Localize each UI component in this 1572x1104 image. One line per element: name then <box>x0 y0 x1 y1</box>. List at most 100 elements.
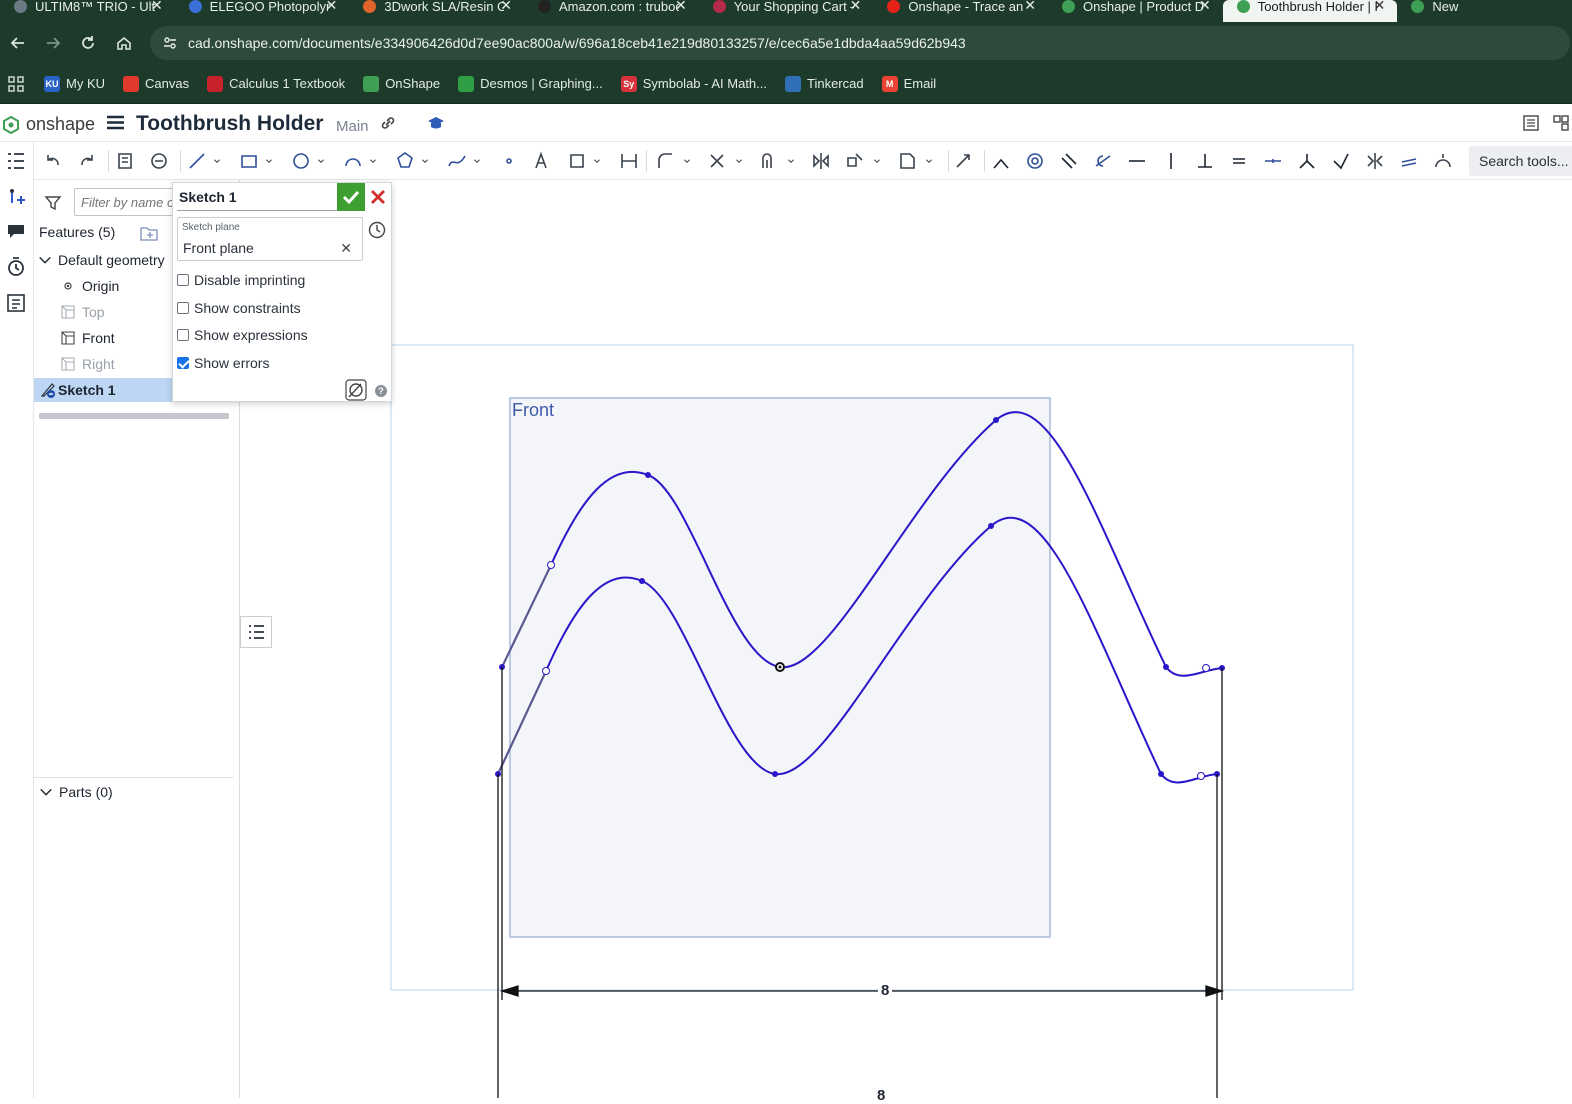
sketch-point[interactable] <box>1197 772 1205 780</box>
mirror-tool-button[interactable] <box>810 150 832 172</box>
sketch-point[interactable] <box>542 667 550 675</box>
graphics-canvas[interactable]: Front 8 8 <box>240 180 1572 1104</box>
checkbox[interactable] <box>177 301 189 314</box>
fillet-tool-button[interactable] <box>654 150 676 172</box>
chevron-down-tool-button[interactable] <box>314 150 336 172</box>
properties-icon[interactable] <box>5 292 27 314</box>
horizontal-tool-button[interactable] <box>1126 150 1148 172</box>
browser-tab[interactable]: ULTIM8™ TRIO - Ultim✕ <box>0 0 175 22</box>
dxf-tool-button[interactable] <box>896 150 918 172</box>
back-button[interactable] <box>0 25 36 61</box>
parallel-tool-button[interactable] <box>1058 150 1080 172</box>
bookmark-gmail[interactable]: M Email <box>881 75 936 92</box>
chevron-down-tool-button[interactable] <box>590 150 612 172</box>
sketch-point[interactable] <box>993 417 999 423</box>
option-show-expressions[interactable]: Show expressions <box>177 326 308 344</box>
clear-plane-icon[interactable]: ✕ <box>340 240 352 257</box>
onshape-logo[interactable]: onshape <box>2 114 95 135</box>
chevron-down-tool-button[interactable] <box>784 150 806 172</box>
dimension-top-value[interactable]: 8 <box>878 982 893 999</box>
tab-close-icon[interactable]: ✕ <box>850 0 862 14</box>
tab-close-icon[interactable]: ✕ <box>675 0 687 14</box>
sketch-point[interactable] <box>1158 771 1164 777</box>
point-tool-button[interactable] <box>498 150 520 172</box>
document-branch[interactable]: Main <box>336 118 369 135</box>
chevron-down-tool-button[interactable] <box>680 150 702 172</box>
undo-tool-button[interactable] <box>42 150 64 172</box>
symmetric-tool-button[interactable] <box>1364 150 1386 172</box>
bookmark-symbolab[interactable]: Sy Symbolab - AI Math... <box>620 75 767 92</box>
parts-group[interactable]: Parts (0) <box>39 784 113 800</box>
normal-tool-button[interactable] <box>1296 150 1318 172</box>
tab-close-icon[interactable]: ✕ <box>151 0 163 14</box>
sketch-plane-field[interactable]: Sketch plane Front plane ✕ <box>177 217 363 261</box>
line-tool-button[interactable] <box>186 150 208 172</box>
browser-tab[interactable]: Toothbrush Holder | P ✕ <box>1222 0 1398 22</box>
comments-icon[interactable] <box>5 220 27 242</box>
chevron-down-tool-button[interactable] <box>262 150 284 172</box>
apps-grid-icon[interactable] <box>8 75 24 92</box>
forward-button[interactable] <box>35 25 71 61</box>
checkbox[interactable] <box>177 274 189 286</box>
sketch-point[interactable] <box>1163 664 1169 670</box>
accept-button[interactable] <box>337 183 365 211</box>
transform-tool-button[interactable] <box>844 150 866 172</box>
sketch-point[interactable] <box>988 523 994 529</box>
chevron-down-tool-button[interactable] <box>470 150 492 172</box>
text-tool-button[interactable] <box>530 150 552 172</box>
add-feature-icon[interactable] <box>5 186 27 208</box>
midpoint-tool-button[interactable] <box>1262 150 1284 172</box>
history-icon[interactable] <box>5 256 27 278</box>
curvature-tool-button[interactable] <box>1432 150 1454 172</box>
option-show-constraints[interactable]: Show constraints <box>177 299 301 317</box>
chevron-down-icon[interactable] <box>39 785 53 799</box>
layout-icon[interactable] <box>1552 114 1570 132</box>
tab-close-icon[interactable]: ✕ <box>500 0 512 14</box>
vertical-tool-button[interactable] <box>1160 150 1182 172</box>
concentric-tool-button[interactable] <box>1024 150 1046 172</box>
filter-icon[interactable] <box>44 194 62 212</box>
chevron-down-tool-button[interactable] <box>922 150 944 172</box>
browser-tab[interactable]: Onshape | Product De ✕ <box>1048 0 1223 22</box>
tab-close-icon[interactable]: ✕ <box>1374 0 1386 14</box>
arc-tool-button[interactable] <box>342 150 364 172</box>
home-button[interactable] <box>106 25 142 61</box>
document-list-icon[interactable] <box>1522 114 1540 132</box>
chevron-down-tool-button[interactable] <box>418 150 440 172</box>
dimension-tool-button[interactable] <box>618 150 640 172</box>
add-folder-icon[interactable] <box>139 224 159 242</box>
help-icon[interactable]: ? <box>375 385 387 397</box>
bookmark-tinkercad[interactable]: Tinkercad <box>785 75 864 92</box>
bookmark-ku[interactable]: KU My KU <box>44 75 105 92</box>
browser-tab[interactable]: New <box>1397 0 1572 22</box>
feature-sketch-1[interactable]: Sketch 1 <box>34 378 174 402</box>
project-tool-button[interactable] <box>952 150 974 172</box>
url-field[interactable]: cad.onshape.com/documents/e334906426d0d7… <box>150 26 1570 60</box>
circle-tool-button[interactable] <box>290 150 312 172</box>
fix-tool-button[interactable] <box>1398 150 1420 172</box>
construction-tool-button[interactable] <box>566 150 588 172</box>
chevron-down-tool-button[interactable] <box>732 150 754 172</box>
document-title[interactable]: Toothbrush Holder <box>136 112 323 136</box>
tangent-tool-button[interactable] <box>1092 150 1114 172</box>
tab-close-icon[interactable]: ✕ <box>326 0 338 14</box>
sketch-point[interactable] <box>639 578 645 584</box>
browser-tab[interactable]: Onshape - Trace an Im ✕ <box>873 0 1048 22</box>
bookmark-textbook[interactable]: Calculus 1 Textbook <box>207 75 345 92</box>
pierce-tool-button[interactable] <box>1330 150 1352 172</box>
learning-center-icon[interactable] <box>427 114 445 132</box>
feature-scrollbar[interactable] <box>39 413 229 419</box>
coincident-tool-button[interactable] <box>990 150 1012 172</box>
tab-close-icon[interactable]: ✕ <box>1199 0 1211 14</box>
cancel-button[interactable] <box>369 187 387 207</box>
redo-tool-button[interactable] <box>76 150 98 172</box>
sketch-mode-icon[interactable] <box>345 379 367 401</box>
dimension-bottom-value[interactable]: 8 <box>874 1087 889 1104</box>
checkbox[interactable] <box>177 356 189 369</box>
checkbox[interactable] <box>177 329 189 341</box>
search-tools-input[interactable]: Search tools... <box>1469 146 1572 176</box>
trim-tool-button[interactable] <box>706 150 728 172</box>
chevron-down-tool-button[interactable] <box>210 150 232 172</box>
sketch-dialog-title[interactable]: Sketch 1 <box>179 189 237 205</box>
offset-tool-button[interactable] <box>758 150 780 172</box>
